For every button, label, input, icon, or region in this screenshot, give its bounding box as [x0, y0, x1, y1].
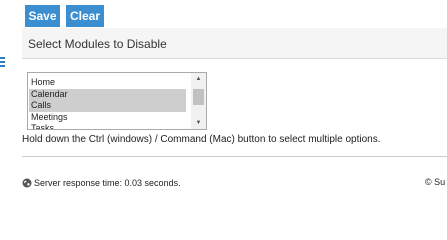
module-multiselect[interactable]: Home Calendar Calls Meetings Tasks ▲ ▼ — [27, 72, 207, 130]
globe-icon — [22, 178, 32, 188]
panel-title: Select Modules to Disable — [28, 37, 167, 51]
module-option[interactable]: Home — [29, 77, 186, 89]
module-options: Home Calendar Calls Meetings Tasks — [29, 77, 186, 129]
scroll-down-icon[interactable]: ▼ — [191, 117, 206, 129]
module-option[interactable]: Meetings — [29, 112, 186, 124]
multiselect-help-text: Hold down the Ctrl (windows) / Command (… — [22, 134, 381, 145]
save-button[interactable]: Save — [25, 5, 60, 27]
server-response-text: Server response time: 0.03 seconds. — [34, 178, 181, 188]
clear-button[interactable]: Clear — [66, 5, 104, 27]
module-option[interactable]: Calendar — [29, 88, 186, 100]
module-option[interactable]: Calls — [29, 100, 186, 112]
hamburger-icon[interactable] — [0, 57, 5, 69]
listbox-scrollbar[interactable]: ▲ ▼ — [191, 73, 206, 129]
scroll-thumb[interactable] — [193, 89, 204, 105]
copyright-text: © Su — [425, 177, 446, 187]
footer-divider — [22, 156, 447, 157]
panel-header: Select Modules to Disable — [22, 28, 447, 59]
module-list-viewport: Home Calendar Calls Meetings Tasks — [28, 73, 190, 129]
server-response-info: Server response time: 0.03 seconds. — [22, 178, 181, 188]
scroll-up-icon[interactable]: ▲ — [191, 73, 206, 85]
module-option[interactable]: Tasks — [29, 123, 186, 129]
